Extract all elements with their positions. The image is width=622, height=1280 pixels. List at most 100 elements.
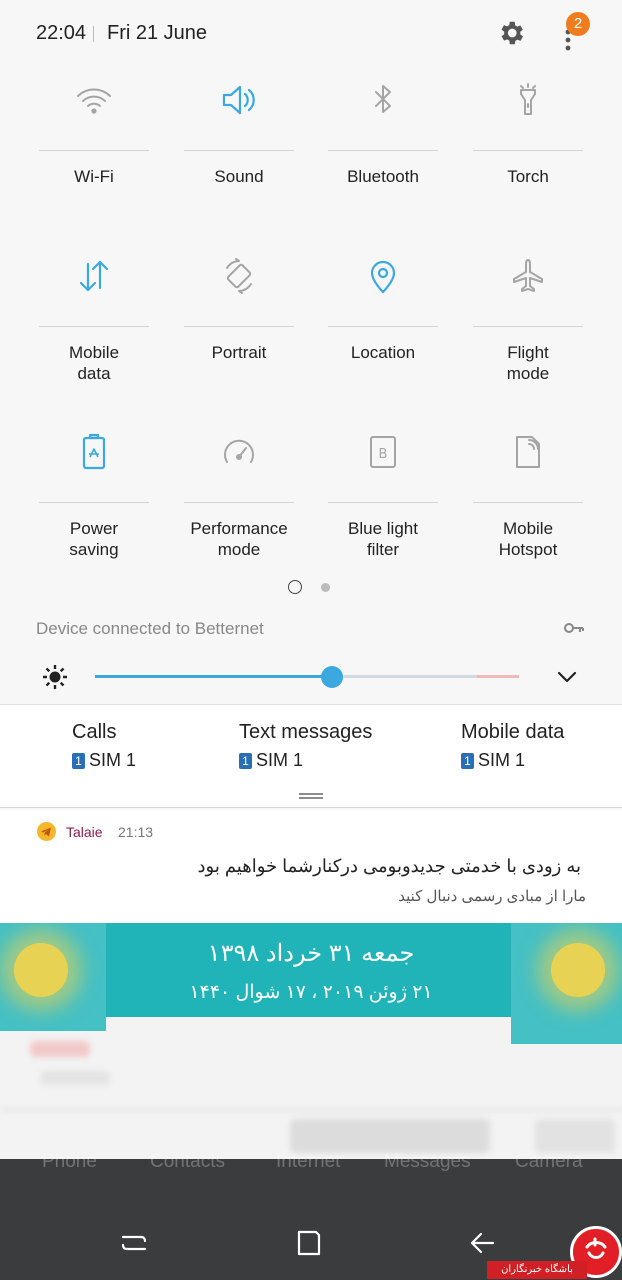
tile-divider <box>39 150 149 151</box>
rotation-icon <box>226 258 252 294</box>
sim-preferences-panel: Calls 1 SIM 1 Text messages 1 SIM 1 Mobile… <box>0 704 622 808</box>
sound-icon <box>222 85 255 115</box>
notification-time: 21:13 <box>118 824 154 840</box>
tile-location[interactable]: Location <box>328 256 438 406</box>
tile-divider <box>328 326 438 327</box>
blurred-content <box>30 1041 90 1057</box>
tile-mobile-hotspot[interactable]: Mobile Hotspot <box>473 432 583 582</box>
gear-icon[interactable] <box>496 18 526 48</box>
tile-mobile-data[interactable]: Mobile data <box>39 256 149 406</box>
tile-label: Wi-Fi <box>74 167 114 186</box>
persian-date: جمعه ۳۱ خرداد ۱۳۹۸ <box>207 940 415 967</box>
slider-fill <box>95 675 333 678</box>
clock: 22:04 <box>36 22 87 44</box>
divider <box>93 26 94 42</box>
telegram-icon <box>37 822 56 841</box>
tile-power-saving[interactable]: Power saving <box>39 432 149 582</box>
tile-label: Performance mode <box>190 519 288 559</box>
tile-label: Bluetooth <box>347 167 419 186</box>
tile-divider <box>328 502 438 503</box>
tile-flight-mode[interactable]: Flight mode <box>473 256 583 406</box>
blurred-content <box>40 1071 110 1085</box>
calendar-widget[interactable]: جمعه ۳۱ خرداد ۱۳۹۸ ۲۱ ژوئن ۲۰۱۹ ، ۱۷ شوا… <box>0 923 622 1159</box>
tile-divider <box>328 150 438 151</box>
tile-label: Flight mode <box>506 343 550 383</box>
recent-apps-icon[interactable] <box>118 1227 150 1259</box>
status-bar: 22:04 Fri 21 June 2 <box>0 0 622 70</box>
sim-pref-mobile-data[interactable]: Mobile data 1 SIM 1 <box>461 721 564 771</box>
sim-pref-text-messages[interactable]: Text messages 1 SIM 1 <box>239 721 372 771</box>
tile-divider <box>39 502 149 503</box>
dock-app-messages[interactable]: Messages <box>384 1151 471 1173</box>
sim-number-icon: 1 <box>72 752 85 769</box>
tile-performance-mode[interactable]: Performance mode <box>184 432 294 582</box>
blurred-content <box>535 1119 615 1153</box>
speedometer-icon <box>224 439 254 463</box>
notification-body: مارا از مبادی رسمی دنبال کنید <box>398 888 586 905</box>
tile-torch[interactable]: Torch <box>473 80 583 230</box>
tile-sound[interactable]: Sound <box>184 80 294 230</box>
tile-label: Torch <box>507 167 549 186</box>
chevron-down-icon[interactable] <box>555 668 579 686</box>
sim-pref-title: Text messages <box>239 721 373 743</box>
key-icon <box>564 623 584 633</box>
home-icon[interactable] <box>293 1227 325 1259</box>
divider <box>0 1109 622 1111</box>
gregorian-hijri-date: ۲۱ ژوئن ۲۰۱۹ ، ۱۷ شوال ۱۴۴۰ <box>189 982 433 1003</box>
vpn-status[interactable]: Device connected to Betternet <box>36 619 264 639</box>
tile-wifi[interactable]: Wi-Fi <box>39 80 149 230</box>
tile-label: Power saving <box>69 519 119 559</box>
bluetooth-icon <box>375 85 391 113</box>
wifi-icon <box>77 88 111 114</box>
dock-app-phone[interactable]: Phone <box>42 1151 97 1173</box>
page-dot[interactable] <box>321 583 330 592</box>
torch-icon <box>520 83 536 115</box>
tile-divider <box>184 326 294 327</box>
airplane-icon <box>513 259 543 292</box>
page-dot-current <box>288 580 302 594</box>
location-icon <box>370 260 396 294</box>
notification-count-badge: 2 <box>566 12 590 36</box>
notification-card[interactable]: Talaie 21:13 به زودی با خدمتی جدیدوبومی … <box>0 810 622 923</box>
brightness-slider[interactable] <box>95 665 519 689</box>
sim-pref-title: Mobile data <box>461 721 565 743</box>
notification-title: به زودی با خدمتی جدیدوبومی درکنارشما خوا… <box>197 856 582 876</box>
dock-labels: Phone Contacts Internet Messages Camera <box>0 1151 622 1175</box>
tile-label: Blue light filter <box>348 519 418 559</box>
tile-divider <box>184 150 294 151</box>
blurred-content <box>290 1119 490 1153</box>
tile-label: Mobile data <box>68 343 120 383</box>
tile-bluetooth[interactable]: Bluetooth <box>328 80 438 230</box>
brightness-icon <box>43 665 67 689</box>
hotspot-icon <box>516 436 540 468</box>
dock-app-contacts[interactable]: Contacts <box>150 1151 225 1173</box>
svg-text:B: B <box>379 447 388 462</box>
dock-app-camera[interactable]: Camera <box>515 1151 583 1173</box>
sim-label: SIM 1 <box>256 750 304 770</box>
tile-divider <box>184 502 294 503</box>
tile-blue-light-filter[interactable]: B Blue light filter <box>328 432 438 582</box>
date: Fri 21 June <box>107 22 208 44</box>
tile-portrait[interactable]: Portrait <box>184 256 294 406</box>
tile-label: Mobile Hotspot <box>498 519 558 559</box>
tile-divider <box>473 502 583 503</box>
sim-label: SIM 1 <box>89 750 137 770</box>
tile-label: Portrait <box>211 343 267 362</box>
blue-light-filter-icon: B <box>370 436 396 468</box>
slider-warm-zone <box>477 675 519 678</box>
sim-pref-calls[interactable]: Calls 1 SIM 1 <box>72 721 136 771</box>
slider-thumb[interactable] <box>321 666 344 688</box>
mobile-data-icon <box>79 260 109 292</box>
notification-app-name: Talaie <box>66 824 103 840</box>
back-icon[interactable] <box>467 1227 499 1259</box>
tile-label: Sound <box>214 167 264 186</box>
watermark-text: باشگاه خبرنگاران <box>487 1261 587 1279</box>
sim-label: SIM 1 <box>478 750 526 770</box>
tile-divider <box>39 326 149 327</box>
tile-label: Location <box>350 343 416 362</box>
dock-app-internet[interactable]: Internet <box>276 1151 340 1173</box>
sim-number-icon: 1 <box>239 752 252 769</box>
sim-number-icon: 1 <box>461 752 474 769</box>
tile-divider <box>473 326 583 327</box>
drag-handle-icon[interactable] <box>299 793 323 799</box>
